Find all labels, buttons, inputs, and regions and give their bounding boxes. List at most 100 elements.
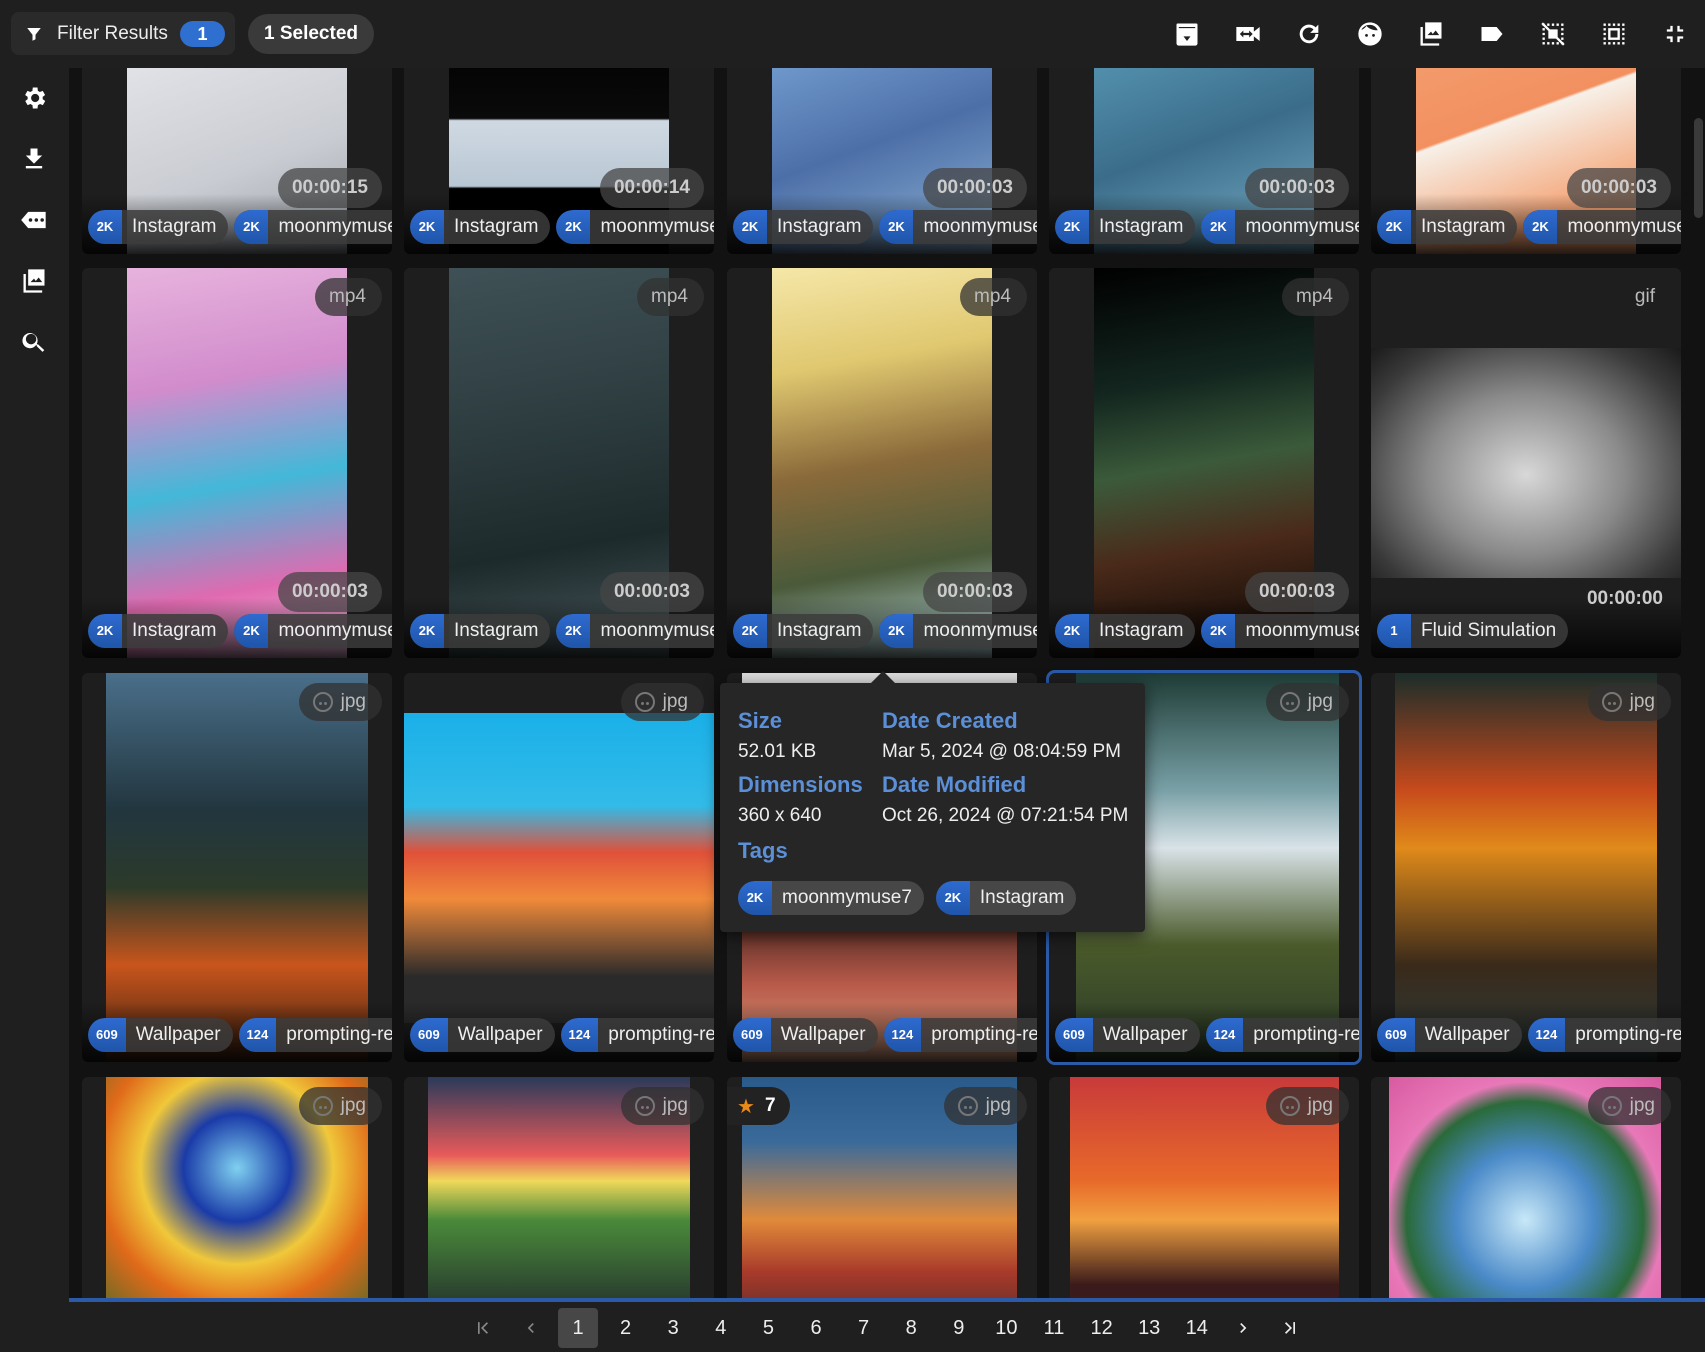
media-card[interactable]: jpg ★ 7: [727, 1077, 1037, 1300]
tag-chip[interactable]: 609 Wallpaper: [1055, 1018, 1200, 1052]
page-number-button[interactable]: 2: [606, 1308, 646, 1348]
media-card[interactable]: jpg 609 Wallpaper 124 prompting-reality: [404, 673, 714, 1062]
page-number-button[interactable]: 9: [939, 1308, 979, 1348]
tag-chip[interactable]: 124 prompting-reality: [883, 1018, 1037, 1052]
tag-chip[interactable]: 609 Wallpaper: [1377, 1018, 1522, 1052]
tag-chip[interactable]: 2K moonmymuse7: [879, 210, 1037, 244]
media-card[interactable]: 00:00:14 2KInstagram2Kmoonmymuse7: [404, 68, 714, 254]
page-number-button[interactable]: 10: [986, 1308, 1026, 1348]
tag-chip[interactable]: 609 Wallpaper: [410, 1018, 555, 1052]
media-card[interactable]: jpg 609 Wallpaper 124 prompting-reality: [82, 673, 392, 1062]
file-type-badge: gif: [1621, 278, 1671, 316]
media-card[interactable]: jpg: [1371, 1077, 1681, 1300]
video-resize-button[interactable]: [1217, 0, 1278, 68]
tag-chip[interactable]: 2K moonmymuse7: [1201, 614, 1359, 648]
next-page-button[interactable]: [1223, 1308, 1263, 1348]
tag-chip[interactable]: 2K moonmymuse7: [879, 614, 1037, 648]
tag-name: Instagram: [454, 216, 539, 237]
tag-chip[interactable]: 1 Fluid Simulation: [1377, 614, 1569, 648]
filter-results-label: Filter Results: [57, 22, 168, 44]
duration-badge: 00:00:14: [599, 168, 704, 208]
page-number-button[interactable]: 6: [796, 1308, 836, 1348]
media-card[interactable]: jpg: [1049, 1077, 1359, 1300]
tag-chip[interactable]: 609 Wallpaper: [733, 1018, 878, 1052]
media-card[interactable]: jpg: [404, 1077, 714, 1300]
tag-more-button[interactable]: [18, 204, 50, 236]
page-number-button[interactable]: 1: [558, 1308, 598, 1348]
tag-count: 2K: [1201, 614, 1236, 648]
deselect-button[interactable]: [1522, 0, 1583, 68]
page-number-button[interactable]: 14: [1177, 1308, 1217, 1348]
page-number-button[interactable]: 7: [844, 1308, 884, 1348]
tag-chip[interactable]: 2K Instagram: [733, 210, 874, 244]
media-card[interactable]: mp400:00:032KInstagram2Kmoonmymuse7: [82, 268, 392, 658]
face-button[interactable]: [1339, 0, 1400, 68]
tag-chip[interactable]: 124 prompting-reality: [560, 1018, 714, 1052]
search-button[interactable]: [18, 326, 50, 358]
tag-chip[interactable]: 2K Instagram: [935, 881, 1077, 915]
tag-chip[interactable]: 2K Instagram: [410, 614, 551, 648]
media-card[interactable]: jpg 609 Wallpaper 124 prompting-reality: [1371, 673, 1681, 1062]
select-all-button[interactable]: [1583, 0, 1644, 68]
tag-chip[interactable]: 2K Instagram: [88, 614, 229, 648]
first-page-button[interactable]: [463, 1308, 503, 1348]
download-button[interactable]: [18, 143, 50, 175]
grid-scrollbar[interactable]: [1694, 118, 1703, 218]
media-card[interactable]: mp400:00:032KInstagram2Kmoonmymuse7: [727, 268, 1037, 658]
gallery-button[interactable]: [18, 265, 50, 297]
tag-chip[interactable]: 2K Instagram: [410, 210, 551, 244]
tag-chip[interactable]: 2K moonmymuse7: [556, 614, 714, 648]
page-number-button[interactable]: 12: [1082, 1308, 1122, 1348]
tag-chip[interactable]: 2K Instagram: [733, 614, 874, 648]
last-page-button[interactable]: [1270, 1308, 1310, 1348]
file-type-badge: jpg: [620, 683, 704, 721]
label-button[interactable]: [1461, 0, 1522, 68]
image-library-button[interactable]: [1400, 0, 1461, 68]
refresh-button[interactable]: [1278, 0, 1339, 68]
page-number-button[interactable]: 3: [653, 1308, 693, 1348]
fullscreen-exit-button[interactable]: [1644, 0, 1705, 68]
tag-count: 2K: [879, 210, 914, 244]
page-number-button[interactable]: 8: [891, 1308, 931, 1348]
page-number-button[interactable]: 11: [1034, 1308, 1074, 1348]
prev-page-button[interactable]: [511, 1308, 551, 1348]
tag-chip[interactable]: 2K moonmymuse7: [556, 210, 714, 244]
media-card[interactable]: mp400:00:032KInstagram2Kmoonmymuse7: [404, 268, 714, 658]
media-card[interactable]: jpg: [82, 1077, 392, 1300]
media-card[interactable]: 00:00:032KInstagram2Kmoonmymuse7: [1049, 68, 1359, 254]
tag-chip[interactable]: 124 prompting-reality: [238, 1018, 392, 1052]
tag-chip[interactable]: 124 prompting-reality: [1205, 1018, 1359, 1052]
media-card[interactable]: mp400:00:032KInstagram2Kmoonmymuse7: [1049, 268, 1359, 658]
tag-chip[interactable]: 2K moonmymuse7: [1523, 210, 1681, 244]
filter-results-button[interactable]: Filter Results 1: [11, 12, 235, 55]
selected-count-button[interactable]: 1 Selected: [248, 14, 374, 54]
media-card[interactable]: gif 00:00:00 1 Fluid Simulation: [1371, 268, 1681, 658]
tag-count: 609: [733, 1018, 771, 1052]
archive-download-button[interactable]: [1156, 0, 1217, 68]
tag-chip[interactable]: 2K Instagram: [1377, 210, 1518, 244]
duration-badge: 00:00:03: [1566, 168, 1671, 208]
tag-chip[interactable]: 124 prompting-reality: [1527, 1018, 1681, 1052]
media-card[interactable]: 00:00:032KInstagram2Kmoonmymuse7: [727, 68, 1037, 254]
tag-chip[interactable]: 2K Instagram: [88, 210, 229, 244]
media-card[interactable]: 00:00:03 2KInstagram2Kmoonmymuse7: [1371, 68, 1681, 254]
tag-chip[interactable]: 2K Instagram: [1055, 210, 1196, 244]
tag-chip[interactable]: 2K moonmymuse7: [1201, 210, 1359, 244]
page-number-button[interactable]: 13: [1129, 1308, 1169, 1348]
page-number-button[interactable]: 5: [748, 1308, 788, 1348]
tag-chip[interactable]: 609 Wallpaper: [88, 1018, 233, 1052]
tag-chip[interactable]: 2K moonmymuse7: [234, 210, 392, 244]
tag-chip[interactable]: 2K moonmymuse7: [234, 614, 392, 648]
refresh-icon: [1299, 24, 1318, 44]
media-card[interactable]: 00:00:152KInstagram2Kmoonmymuse7: [82, 68, 392, 254]
tag-chip[interactable]: 2K Instagram: [1055, 614, 1196, 648]
tag-count: 124: [1527, 1018, 1566, 1052]
file-type-badge: mp4: [637, 278, 704, 316]
tag-chip[interactable]: 2K moonmymuse7: [738, 881, 924, 915]
settings-button[interactable]: [18, 82, 50, 114]
tag-count: 124: [883, 1018, 922, 1052]
page-number-button[interactable]: 4: [701, 1308, 741, 1348]
tag-name: Instagram: [132, 620, 217, 641]
media-thumbnail: [404, 713, 714, 1023]
tag-name: moonmymuse7: [278, 216, 392, 237]
